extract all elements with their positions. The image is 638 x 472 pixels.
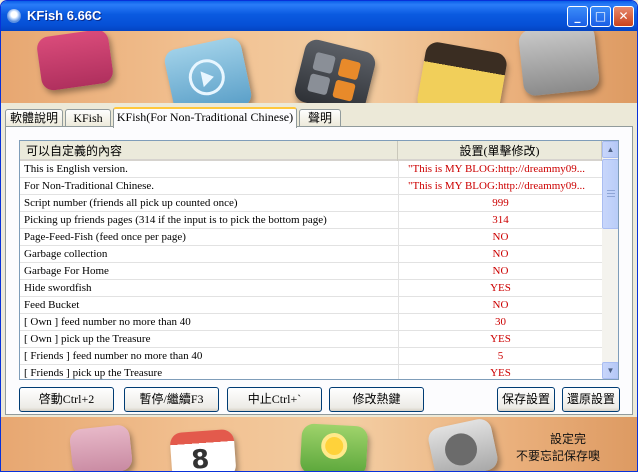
footer-banner-image: 8 設定完 不要忘記保存噢 xyxy=(1,417,637,472)
app-window: KFish 6.66C _ □ ✕ 軟體說明 KFish KFish(For N… xyxy=(0,0,638,472)
table-row[interactable]: Page-Feed-Fish (feed once per page) NO xyxy=(20,229,602,246)
grip-line xyxy=(607,193,615,194)
setting-name: [ Own ] pick up the Treasure xyxy=(24,333,151,345)
scroll-down-arrow-icon[interactable]: ▼ xyxy=(602,362,618,379)
setting-value[interactable]: NO xyxy=(398,246,602,263)
notes-tile-icon xyxy=(415,40,509,103)
close-button[interactable]: ✕ xyxy=(613,6,634,27)
reminder-line-1: 設定完 xyxy=(549,432,586,446)
setting-name: [ Friends ] pick up the Treasure xyxy=(24,367,163,379)
vertical-scrollbar[interactable]: ▲ ▼ xyxy=(602,141,618,379)
app-fish-icon xyxy=(7,9,21,23)
calculator-tile-icon xyxy=(292,37,378,103)
column-header-value[interactable]: 設置(單擊修改) xyxy=(398,141,602,161)
setting-value[interactable]: NO xyxy=(398,229,602,246)
start-button[interactable]: 啓動Ctrl+2 xyxy=(19,387,114,412)
table-row[interactable]: [ Own ] feed number no more than 40 30 xyxy=(20,314,602,331)
table-body: This is English version. "This is MY BLOG… xyxy=(20,161,602,379)
app-tile-icon xyxy=(35,31,115,92)
tab-kfish[interactable]: KFish xyxy=(65,109,111,127)
table-row[interactable]: Script number (friends all pick up count… xyxy=(20,195,602,212)
table-row[interactable]: Picking up friends pages (314 if the inp… xyxy=(20,212,602,229)
setting-value[interactable]: NO xyxy=(398,263,602,280)
grip-line xyxy=(607,196,615,197)
calendar-day-number: 8 xyxy=(190,444,211,472)
calendar-tile-icon: 8 xyxy=(169,428,237,472)
scroll-thumb[interactable] xyxy=(602,159,618,229)
table-row[interactable]: [ Friends ] pick up the Treasure YES xyxy=(20,365,602,379)
setting-value[interactable]: YES xyxy=(398,365,602,379)
setting-value[interactable]: 314 xyxy=(398,212,602,229)
tab-kfish-non-traditional-chinese[interactable]: KFish(For Non-Traditional Chinese) xyxy=(113,107,297,128)
table-row[interactable]: [ Own ] pick up the Treasure YES xyxy=(20,331,602,348)
reminder-line-2: 不要忘記保存噢 xyxy=(515,449,600,463)
save-reminder-note: 設定完 不要忘記保存噢 xyxy=(483,431,633,465)
grip-line xyxy=(607,190,615,191)
setting-name: Picking up friends pages (314 if the inp… xyxy=(24,214,327,226)
save-settings-button[interactable]: 保存設置 xyxy=(497,387,555,412)
tab-software-info[interactable]: 軟體說明 xyxy=(5,109,63,127)
setting-value[interactable]: YES xyxy=(398,331,602,348)
table-row[interactable]: Garbage For Home NO xyxy=(20,263,602,280)
table-row[interactable]: [ Friends ] feed number no more than 40 5 xyxy=(20,348,602,365)
setting-name: [ Own ] feed number no more than 40 xyxy=(24,316,191,328)
title-bar[interactable]: KFish 6.66C _ □ ✕ xyxy=(1,1,637,31)
restore-settings-button[interactable]: 還原設置 xyxy=(562,387,620,412)
header-banner-image xyxy=(1,31,637,103)
maximize-button[interactable]: □ xyxy=(590,6,611,27)
setting-name: For Non-Traditional Chinese. xyxy=(24,180,155,192)
setting-name: Garbage For Home xyxy=(24,265,109,277)
setting-name: [ Friends ] feed number no more than 40 xyxy=(24,350,203,362)
setting-value[interactable]: 5 xyxy=(398,348,602,365)
table-row[interactable]: Hide swordfish YES xyxy=(20,280,602,297)
setting-name: Hide swordfish xyxy=(24,282,92,294)
setting-name: Garbage collection xyxy=(24,248,108,260)
column-header-name[interactable]: 可以自定義的內容 xyxy=(20,141,398,161)
setting-value[interactable]: "This is MY BLOG:http://dreammy09... xyxy=(398,161,602,178)
table-row[interactable]: This is English version. "This is MY BLOG… xyxy=(20,161,602,178)
flower-tile-icon xyxy=(299,423,369,471)
setting-value[interactable]: NO xyxy=(398,297,602,314)
table-row[interactable]: Feed Bucket NO xyxy=(20,297,602,314)
setting-value[interactable]: 999 xyxy=(398,195,602,212)
settings-table: 可以自定義的內容 設置(單擊修改) This is English versio… xyxy=(19,140,619,380)
gear-tile-icon xyxy=(517,31,601,97)
setting-name: Script number (friends all pick up count… xyxy=(24,197,238,209)
table-header: 可以自定義的內容 設置(單擊修改) xyxy=(20,141,602,161)
setting-name: Feed Bucket xyxy=(24,299,80,311)
stop-button[interactable]: 中止Ctrl+` xyxy=(227,387,322,412)
setting-value[interactable]: YES xyxy=(398,280,602,297)
table-row[interactable]: For Non-Traditional Chinese. "This is MY … xyxy=(20,178,602,195)
pause-resume-button[interactable]: 暫停/繼續F3 xyxy=(124,387,219,412)
pink-tile-icon xyxy=(68,423,134,471)
play-tile-icon xyxy=(162,35,254,103)
setting-value[interactable]: "This is MY BLOG:http://dreammy09... xyxy=(398,178,602,195)
change-hotkeys-button[interactable]: 修改熱鍵 xyxy=(329,387,424,412)
tab-statement[interactable]: 聲明 xyxy=(299,109,341,127)
window-title: KFish 6.66C xyxy=(27,8,102,23)
table-row[interactable]: Garbage collection NO xyxy=(20,246,602,263)
setting-name: This is English version. xyxy=(24,163,128,175)
scroll-up-arrow-icon[interactable]: ▲ xyxy=(602,141,618,158)
setting-name: Page-Feed-Fish (feed once per page) xyxy=(24,231,186,243)
setting-value[interactable]: 30 xyxy=(398,314,602,331)
minimize-button[interactable]: _ xyxy=(567,6,588,27)
